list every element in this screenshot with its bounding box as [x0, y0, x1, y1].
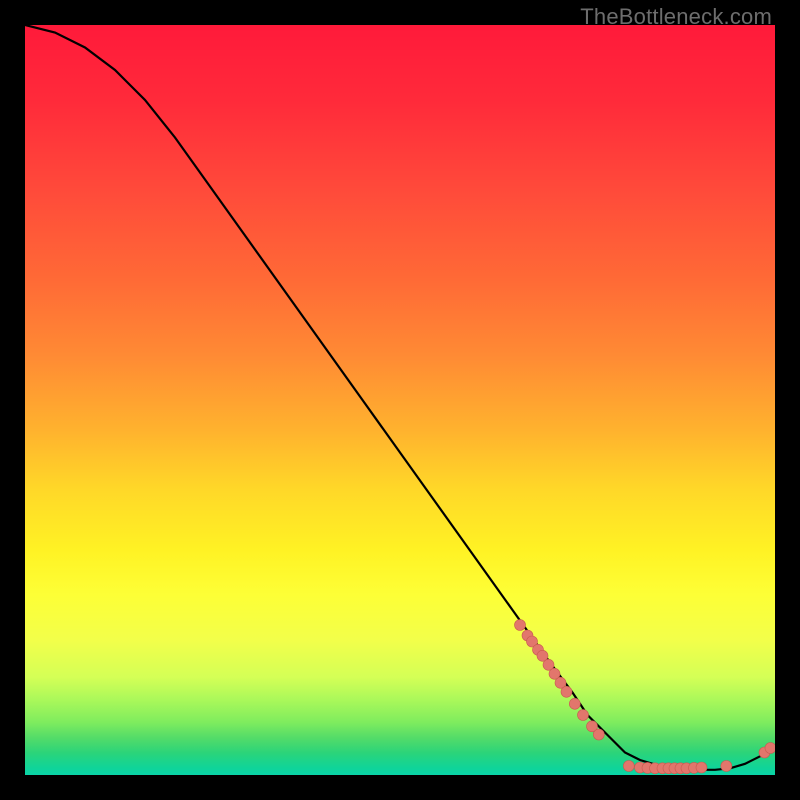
data-points-upper	[515, 620, 605, 741]
watermark-text: TheBottleneck.com	[580, 4, 772, 30]
data-point	[593, 729, 604, 740]
bottleneck-curve	[25, 25, 775, 770]
data-point	[765, 743, 775, 754]
data-point	[623, 761, 634, 772]
data-point	[721, 761, 732, 772]
data-point	[515, 620, 526, 631]
data-point	[561, 686, 572, 697]
data-point	[696, 762, 707, 773]
data-points-lower	[623, 743, 775, 774]
chart-area	[25, 25, 775, 775]
data-point	[569, 698, 580, 709]
data-point	[578, 710, 589, 721]
chart-svg	[25, 25, 775, 775]
